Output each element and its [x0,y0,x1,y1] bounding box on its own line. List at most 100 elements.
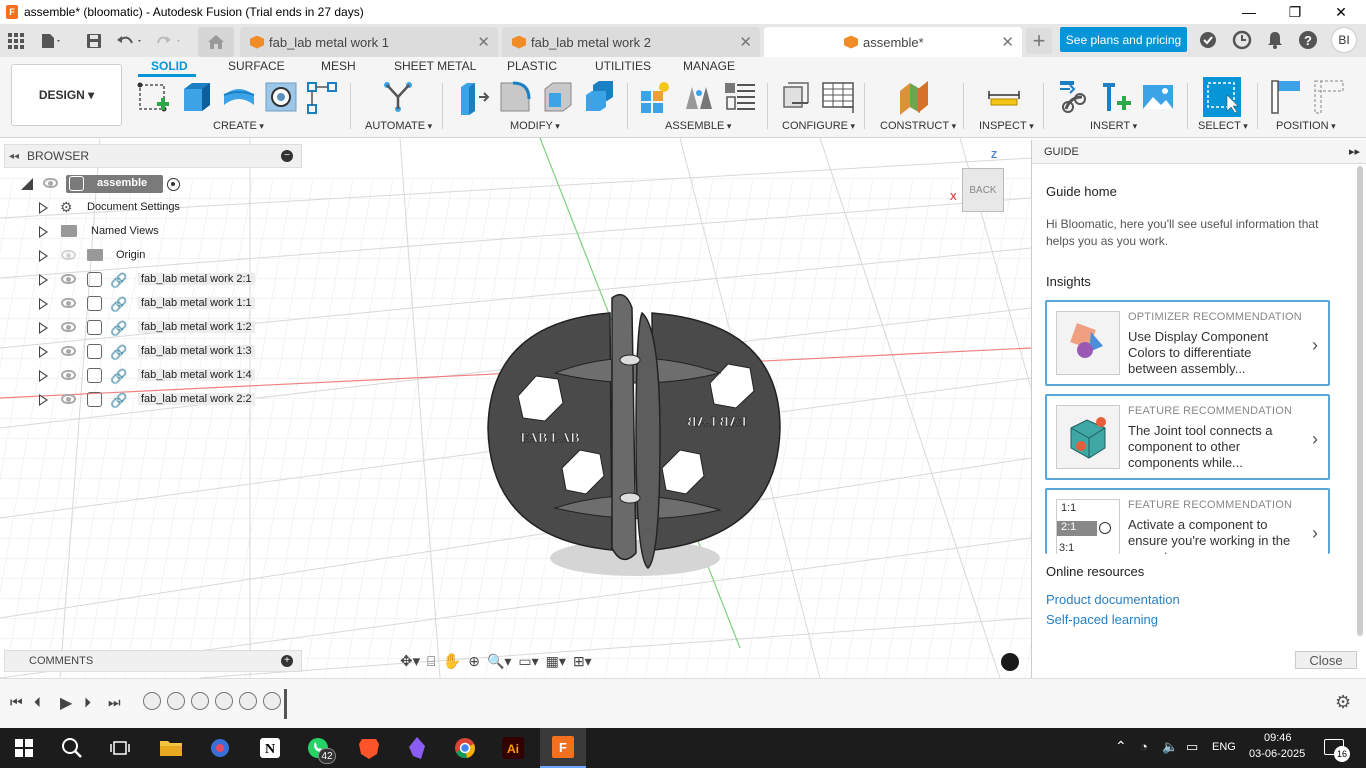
workspace-switcher-button[interactable]: DESIGN ▾ [11,64,122,126]
clock-time[interactable]: 09:46 [1264,732,1292,744]
activate-radio-icon[interactable] [167,178,180,191]
tab-assemble[interactable]: assemble* ✕ [764,27,1022,57]
timeline-joint-icon[interactable] [215,692,233,710]
configure-menu[interactable]: CONFIGURE [782,120,855,132]
tab-sheet-metal[interactable]: SHEET METAL [394,59,476,73]
chevron-right-icon[interactable]: › [1312,429,1318,450]
obsidian-icon[interactable] [403,734,431,762]
collapse-browser-icon[interactable]: − [281,150,293,162]
orbit-move-icon[interactable]: ✥▾ [400,652,420,670]
insert-mcmaster-icon[interactable] [1099,79,1133,115]
visibility-eye-icon[interactable] [61,394,76,404]
automate-icon[interactable] [381,79,415,115]
extrude-icon[interactable] [180,79,214,115]
visibility-eye-icon[interactable] [61,346,76,356]
first-step-icon[interactable]: ⏮ [10,694,23,711]
zoom-icon[interactable]: ⊕ [468,653,480,670]
guide-header[interactable]: GUIDE ▸▸ [1032,140,1366,164]
select-icon[interactable] [1203,77,1241,117]
undo-icon[interactable] [115,28,141,54]
expand-arrow-icon[interactable] [39,250,48,262]
tree-item-component[interactable]: 🔗 fab_lab metal work 1:2 [0,317,270,339]
file-explorer-icon[interactable] [157,734,185,762]
collapse-panel-icon[interactable]: ◂◂ [9,151,19,162]
see-plans-button[interactable]: See plans and pricing [1060,27,1187,52]
chevron-right-icon[interactable]: › [1312,335,1318,356]
view-cube-face-back[interactable]: BACK [962,168,1004,212]
expand-arrow-icon[interactable] [39,202,48,214]
tab-mesh[interactable]: MESH [321,59,356,73]
expand-arrow-icon[interactable] [39,394,48,406]
timeline-joint-icon[interactable] [239,692,257,710]
position-menu[interactable]: POSITION [1276,120,1336,132]
redo-icon[interactable] [155,28,181,54]
expand-arrow-icon[interactable] [39,346,48,358]
tree-item-component[interactable]: 🔗 fab_lab metal work 1:1 [0,293,270,315]
user-avatar[interactable]: BI [1331,27,1357,53]
close-guide-button[interactable]: Close [1295,651,1357,669]
notion-icon[interactable]: N [256,734,284,762]
new-tab-plus-icon[interactable]: + [1026,28,1052,54]
measure-icon[interactable] [987,79,1021,115]
tree-root-assemble[interactable]: assemble [0,173,270,195]
tree-item-component[interactable]: 🔗 fab_lab metal work 2:1 [0,269,270,291]
offline-status-icon[interactable] [1197,29,1221,51]
add-comment-icon[interactable]: + [281,655,293,667]
tab-fab-lab-metal-work-1[interactable]: fab_lab metal work 1 ✕ [240,27,498,57]
save-icon[interactable] [81,28,107,54]
new-component-icon[interactable] [638,79,672,115]
play-icon[interactable]: ▶ [60,693,72,713]
previous-step-icon[interactable]: ⏴ [34,694,41,711]
tree-item-named-views[interactable]: Named Views [0,221,270,243]
fit-zoom-icon[interactable]: 🔍▾ [487,653,511,670]
language-indicator[interactable]: ENG [1212,741,1236,753]
windows-start-icon[interactable] [10,734,38,762]
maximize-button[interactable]: ❐ [1272,0,1318,24]
tab-utilities[interactable]: UTILITIES [595,59,651,73]
visibility-eye-icon[interactable] [43,178,58,188]
speaker-icon[interactable]: 🔈 [1162,739,1178,755]
minimize-button[interactable]: — [1226,0,1272,24]
expand-arrow-icon[interactable] [39,274,48,286]
battery-icon[interactable]: ▭ [1186,739,1198,755]
display-settings-icon[interactable]: ▭▾ [518,653,538,670]
insert-menu[interactable]: INSERT [1090,120,1137,132]
insert-canvas-icon[interactable] [1141,79,1175,115]
browser-panel-header[interactable]: ◂◂ BROWSER − [4,144,302,168]
next-step-icon[interactable]: ⏵ [84,694,91,711]
wifi-icon[interactable]: ◔ [1140,739,1148,754]
file-menu-icon[interactable] [38,28,64,54]
close-tab-icon[interactable]: ✕ [739,33,752,51]
hidden-eye-icon[interactable] [61,250,76,260]
close-window-button[interactable]: ✕ [1318,0,1364,24]
product-documentation-link[interactable]: Product documentation [1046,592,1180,607]
apps-grid-icon[interactable] [3,28,29,54]
timeline-joint-icon[interactable] [167,692,185,710]
guide-scrollbar[interactable] [1357,166,1363,636]
visibility-eye-icon[interactable] [61,274,76,284]
insert-derive-icon[interactable] [1056,79,1090,115]
recommendation-card[interactable]: FEATURE RECOMMENDATION The Joint tool co… [1045,394,1330,480]
job-status-clock-icon[interactable] [1231,29,1255,51]
viewports-icon[interactable]: ⊞▾ [573,653,592,670]
notifications-bell-icon[interactable] [1265,29,1287,51]
assemble-menu[interactable]: ASSEMBLE [665,120,731,132]
search-icon[interactable] [58,734,86,762]
visibility-eye-icon[interactable] [61,370,76,380]
close-tab-icon[interactable]: ✕ [477,33,490,51]
create-menu[interactable]: CREATE [213,120,264,132]
chrome-icon[interactable] [451,734,479,762]
fillet-icon[interactable] [499,79,533,115]
task-view-icon[interactable] [106,734,134,762]
timeline-settings-gear-icon[interactable]: ⚙ [1335,692,1351,713]
close-tab-icon[interactable]: ✕ [1001,33,1014,51]
expanded-arrow-icon[interactable] [21,178,33,190]
grid-settings-icon[interactable]: ▦▾ [546,653,566,670]
timeline-joint-icon[interactable] [191,692,209,710]
modify-menu[interactable]: MODIFY [510,120,560,132]
expand-guide-icon[interactable]: ▸▸ [1349,145,1360,158]
offset-plane-icon[interactable] [898,79,932,115]
automate-menu[interactable]: AUTOMATE [365,120,432,132]
joint-icon[interactable] [682,79,716,115]
configuration-table-icon[interactable] [821,79,855,115]
